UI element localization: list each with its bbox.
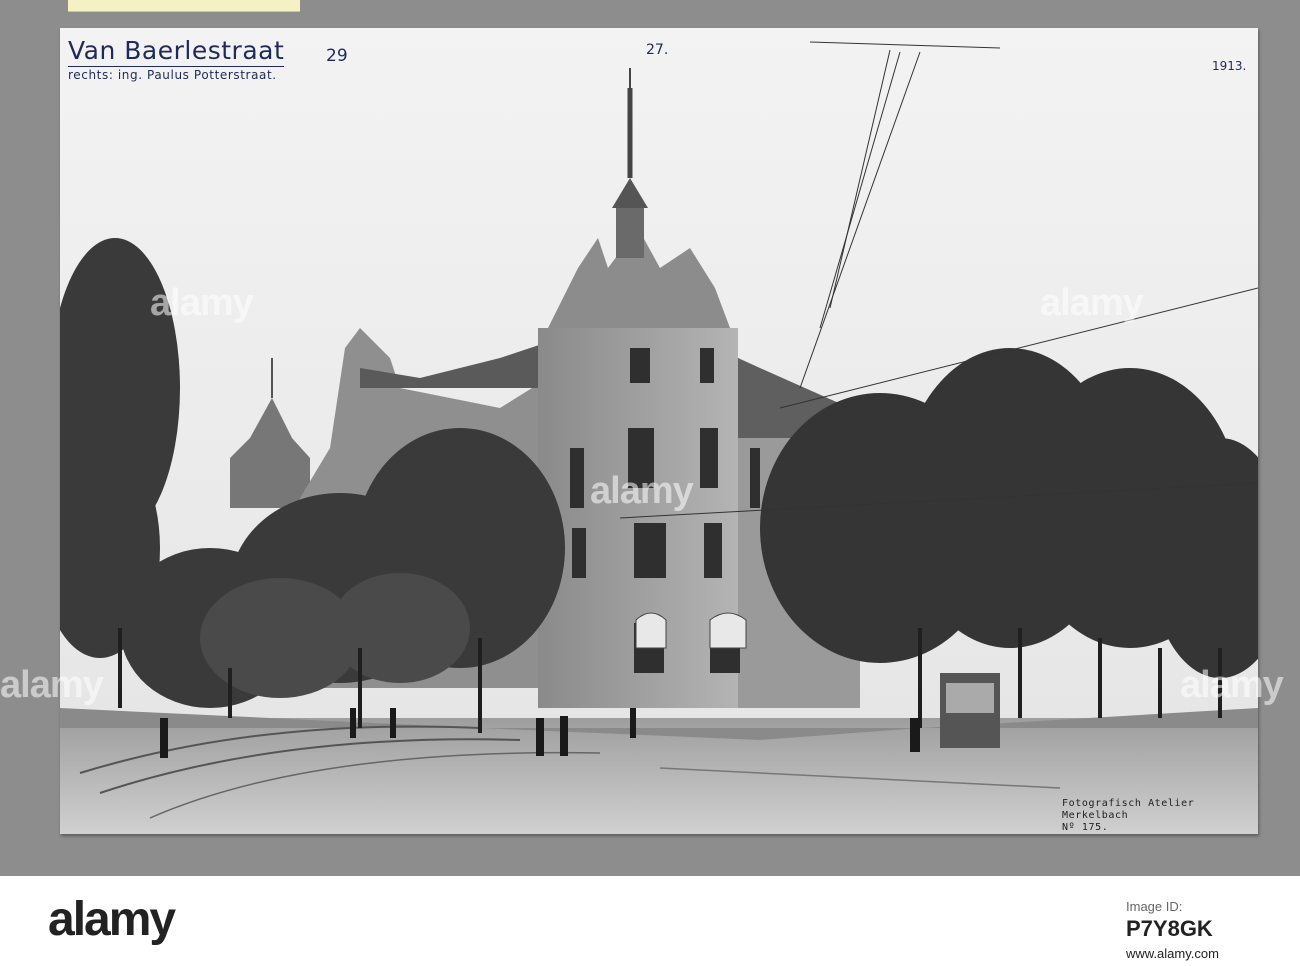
photo-mount: Van Baerlestraat 29 rechts: ing. Paulus … bbox=[60, 28, 1258, 834]
studio-stamp-line: Merkelbach bbox=[1062, 810, 1129, 821]
studio-stamp: Fotografisch Atelier Merkelbach Nº 175. bbox=[1062, 798, 1194, 834]
footer-bar: alamy Image ID: P7Y8GK www.alamy.com bbox=[0, 876, 1300, 966]
inscription-title-number: 29 bbox=[326, 46, 348, 66]
paper-tab bbox=[68, 0, 300, 12]
image-id-label: Image ID: bbox=[1126, 899, 1183, 914]
site-url[interactable]: www.alamy.com bbox=[1126, 946, 1219, 961]
studio-stamp-line: Nº 175. bbox=[1062, 822, 1109, 833]
inscription-subtitle: rechts: ing. Paulus Potterstraat. bbox=[68, 68, 277, 82]
image-id-value: P7Y8GK bbox=[1126, 916, 1213, 941]
alamy-logo[interactable]: alamy bbox=[48, 892, 176, 947]
watermark: alamy bbox=[1180, 664, 1284, 706]
inscription-print-number: 27. bbox=[646, 42, 669, 58]
studio-stamp-line: Fotografisch Atelier bbox=[1062, 798, 1195, 809]
inscription-year: 1913. bbox=[1212, 59, 1247, 73]
inscription-title: Van Baerlestraat bbox=[68, 36, 285, 67]
image-id-block: Image ID: P7Y8GK bbox=[1126, 898, 1213, 942]
watermark: alamy bbox=[150, 282, 254, 324]
watermark: alamy bbox=[1040, 282, 1144, 324]
watermark: alamy bbox=[590, 470, 694, 512]
photograph bbox=[60, 28, 1258, 834]
watermark: alamy bbox=[0, 664, 104, 706]
